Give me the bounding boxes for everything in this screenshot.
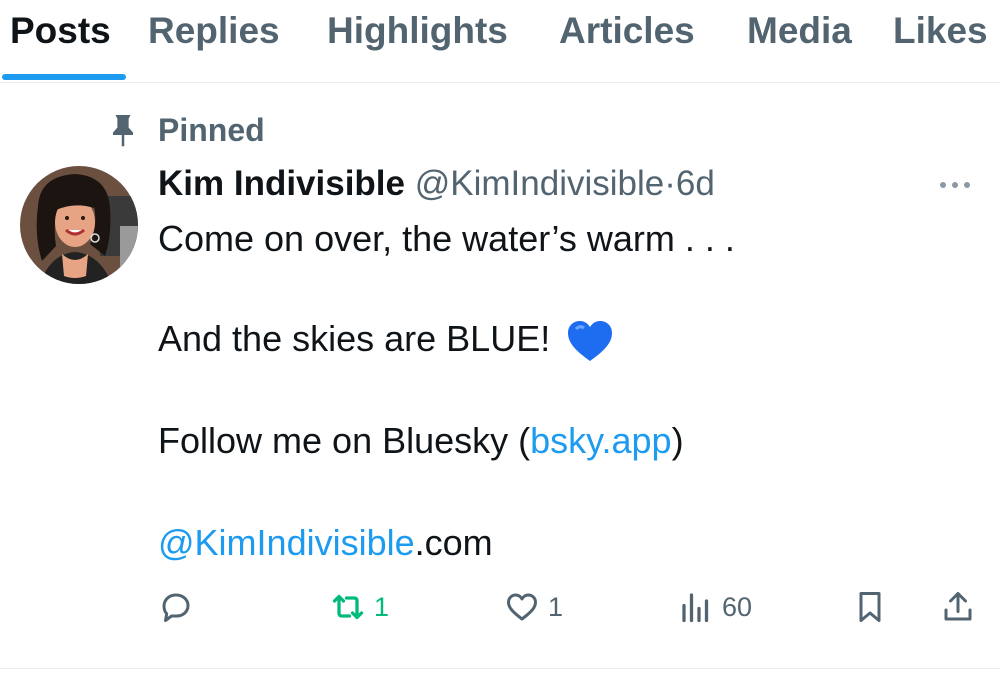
post-header: Kim Indivisible @KimIndivisible·6d xyxy=(158,164,715,208)
reply-button[interactable] xyxy=(158,585,202,629)
repost-count: 1 xyxy=(374,591,390,622)
active-tab-indicator xyxy=(2,74,126,80)
like-count: 1 xyxy=(548,591,564,622)
reply-icon xyxy=(162,593,190,622)
post-actions: 1 1 60 xyxy=(0,585,1000,629)
heart-icon xyxy=(507,593,537,621)
tab-posts[interactable]: Posts xyxy=(10,10,111,52)
avatar[interactable] xyxy=(20,166,138,284)
share-button[interactable] xyxy=(940,585,976,629)
repost-icon xyxy=(332,594,364,620)
tab-media[interactable]: Media xyxy=(747,10,852,52)
bookmark-icon xyxy=(859,592,881,622)
post-time[interactable]: 6d xyxy=(676,164,715,203)
tab-articles[interactable]: Articles xyxy=(559,10,695,52)
line-4-suffix: .com xyxy=(414,522,493,563)
post-text-line-4: @KimIndivisible.com xyxy=(158,522,493,564)
bookmark-button[interactable] xyxy=(852,585,888,629)
post-text-line-3: Follow me on Bluesky (bsky.app) xyxy=(158,420,684,462)
share-icon xyxy=(944,592,972,621)
bsky-link[interactable]: bsky.app xyxy=(530,420,671,461)
post-text-line-1: Come on over, the water’s warm . . . xyxy=(158,218,735,259)
like-button[interactable]: 1 xyxy=(504,585,563,629)
more-options-icon[interactable] xyxy=(940,170,976,200)
line-3-prefix: Follow me on Bluesky ( xyxy=(158,420,531,461)
pin-icon xyxy=(113,115,133,147)
post-divider xyxy=(0,668,1000,669)
pinned-label: Pinned xyxy=(158,112,265,148)
post-text-line-2: And the skies are BLUE! xyxy=(158,318,614,363)
tab-likes[interactable]: Likes xyxy=(893,10,988,52)
profile-tabs: Posts Replies Highlights Articles Media … xyxy=(0,0,1000,83)
views-icon xyxy=(682,593,709,623)
tab-replies[interactable]: Replies xyxy=(148,10,280,52)
blue-heart-icon xyxy=(568,321,613,362)
line-3-suffix: ) xyxy=(671,420,684,461)
author-name[interactable]: Kim Indivisible xyxy=(158,164,405,203)
author-handle[interactable]: @KimIndivisible xyxy=(415,164,665,203)
mention-link[interactable]: @KimIndivisible xyxy=(158,522,415,563)
repost-button[interactable]: 1 xyxy=(330,585,389,629)
views-button[interactable]: 60 xyxy=(678,585,752,629)
meta-separator: · xyxy=(664,164,676,203)
tab-highlights[interactable]: Highlights xyxy=(327,10,508,52)
views-count: 60 xyxy=(722,591,753,622)
post-text-blue-line: And the skies are BLUE! xyxy=(158,318,551,359)
pinned-row: Pinned xyxy=(108,110,265,150)
